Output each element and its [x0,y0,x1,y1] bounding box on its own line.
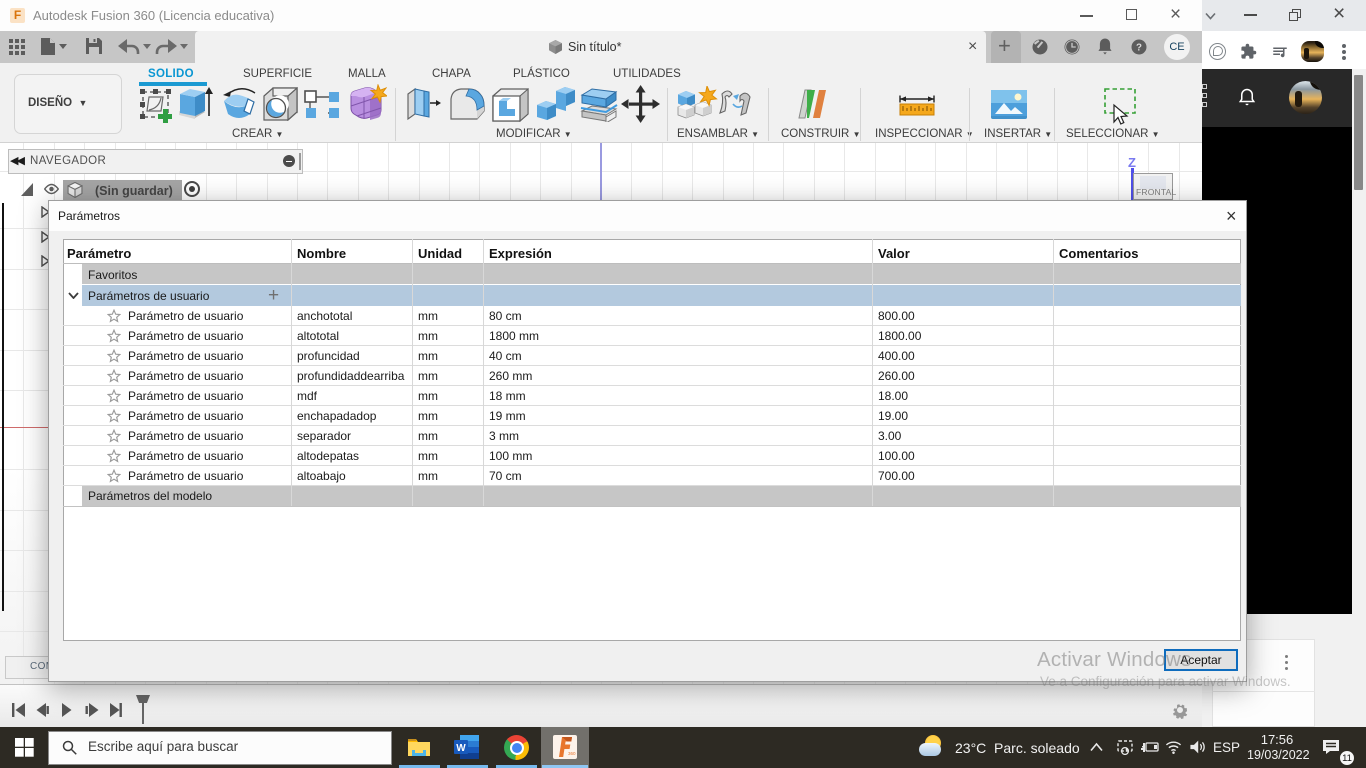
svg-text:W: W [456,743,466,754]
svg-text:?: ? [1136,42,1142,53]
